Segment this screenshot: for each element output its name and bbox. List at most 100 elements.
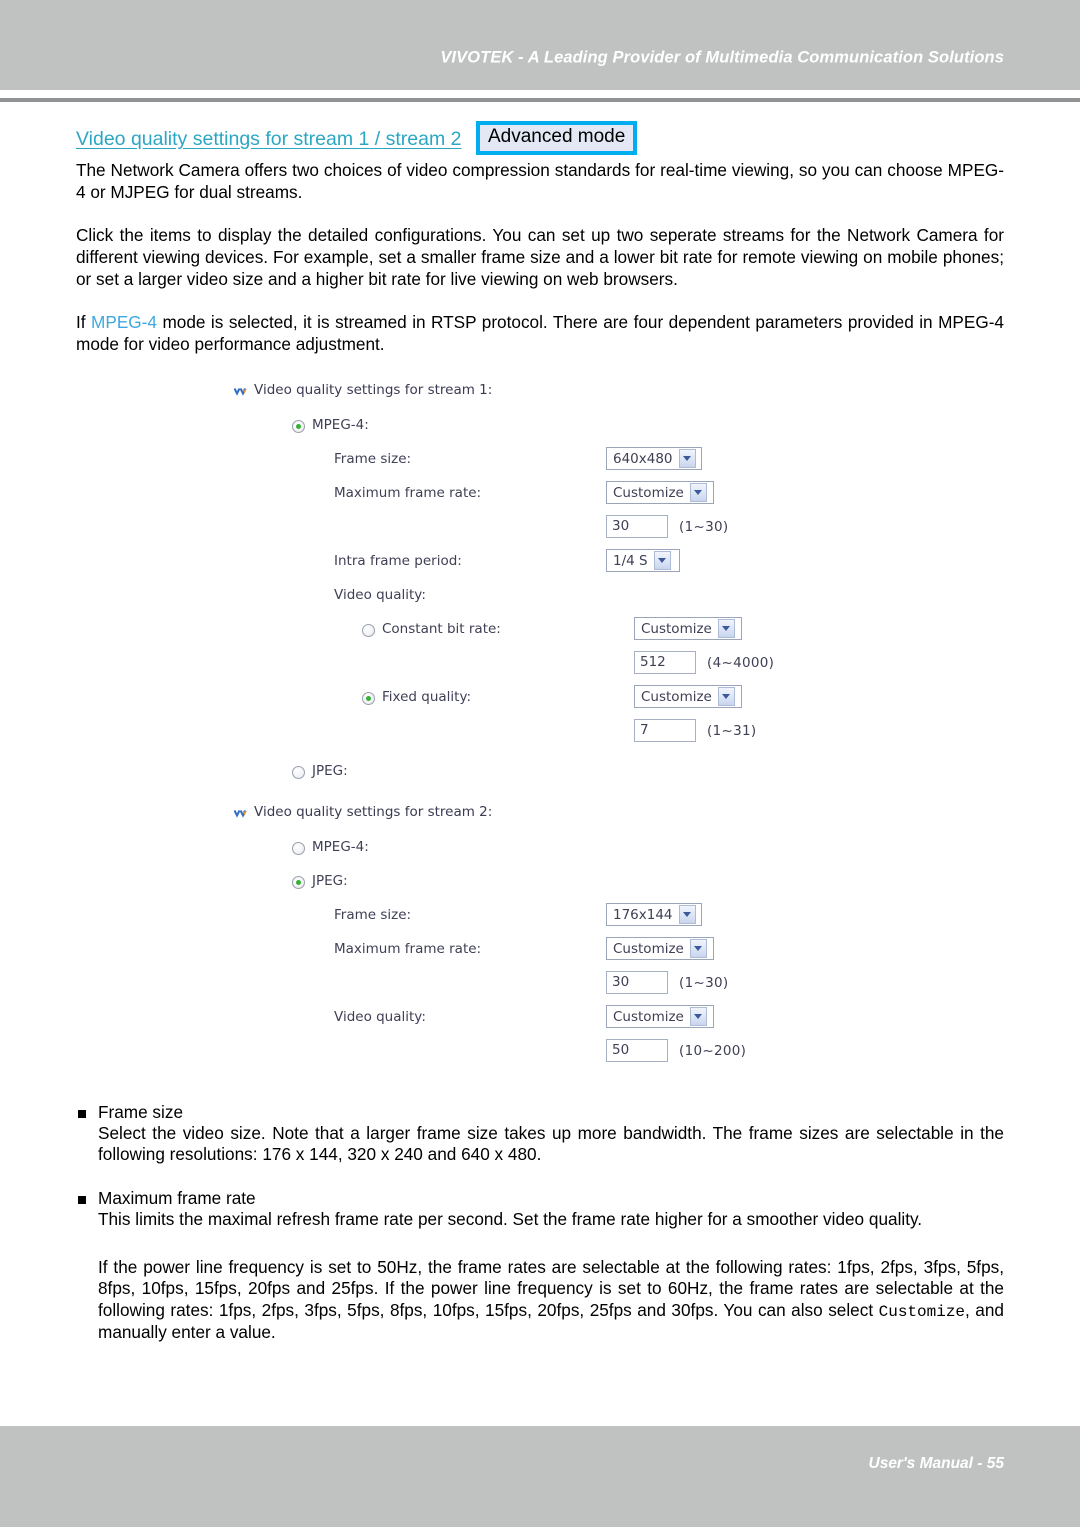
stream1-max-frame-rate-select[interactable]: Customize <box>606 481 714 505</box>
page-footer-band <box>0 1426 1080 1527</box>
collapse-chevron-icon[interactable] <box>233 385 247 396</box>
note-customize-text: Customize <box>878 1303 966 1322</box>
page-title: Video quality settings for stream 1 / st… <box>76 128 462 150</box>
stream1-max-frame-rate-row: Maximum frame rate: Customize <box>234 476 794 510</box>
stream1-max-frame-rate-label: Maximum frame rate: <box>334 484 482 501</box>
advanced-mode-badge: Advanced mode <box>476 121 638 155</box>
stream1-cbr-select[interactable]: Customize <box>634 617 742 641</box>
stream2-video-quality-label: Video quality: <box>334 1008 426 1025</box>
stream2-group-label: Video quality settings for stream 2: <box>254 803 493 820</box>
stream1-cbr-row: Constant bit rate: Customize <box>234 612 794 646</box>
stream2-mpeg4-radio[interactable] <box>292 842 305 856</box>
stream1-video-quality-label: Video quality: <box>334 586 426 603</box>
stream1-constant-bit-rate-radio[interactable] <box>362 624 375 638</box>
stream1-cbr-label-wrap[interactable]: Constant bit rate: <box>362 620 634 638</box>
chevron-down-icon[interactable] <box>689 1007 707 1027</box>
stream2-group-header[interactable]: Video quality settings for stream 2: <box>233 803 794 820</box>
stream1-jpeg-radio-row[interactable]: JPEG: <box>234 754 794 788</box>
stream1-frame-size-row: Frame size: 640x480 <box>234 442 794 476</box>
intro-paragraph-2: Click the items to display the detailed … <box>76 225 1004 289</box>
page-header-band <box>0 0 1080 90</box>
intro-paragraph-3: If MPEG-4 mode is selected, it is stream… <box>76 312 1004 355</box>
stream1-fixed-quality-value: Customize <box>641 688 712 705</box>
paragraph-3-post: mode is selected, it is streamed in RTSP… <box>76 312 1004 355</box>
chevron-down-icon[interactable] <box>717 619 735 639</box>
stream1-mpeg4-radio-row[interactable]: MPEG-4: <box>234 408 794 442</box>
stream2-max-frame-rate-input-row: 30 (1~30) <box>234 966 794 1000</box>
stream1-max-frame-rate-range: (1~30) <box>679 518 729 535</box>
stream1-mpeg4-radio[interactable] <box>292 420 305 434</box>
stream1-fixed-quality-select[interactable]: Customize <box>634 685 742 709</box>
stream2-video-quality-input-row: 50 (10~200) <box>234 1034 794 1068</box>
stream2-frame-size-value: 176x144 <box>613 906 673 923</box>
frame-rate-note-paragraph: If the power line frequency is set to 50… <box>76 1257 1004 1344</box>
stream2-jpeg-radio[interactable] <box>292 876 305 890</box>
stream2-video-quality-row: Video quality: Customize <box>234 1000 794 1034</box>
stream1-cbr-input[interactable]: 512 <box>634 651 696 675</box>
stream2-mpeg4-radio-row[interactable]: MPEG-4: <box>234 830 794 864</box>
stream1-max-frame-rate-input-row: 30 (1~30) <box>234 510 794 544</box>
stream1-fixed-quality-input[interactable]: 7 <box>634 719 696 743</box>
stream2-max-frame-rate-input[interactable]: 30 <box>606 971 668 995</box>
stream1-fixed-quality-row: Fixed quality: Customize <box>234 680 794 714</box>
section-heading-row: Video quality settings for stream 1 / st… <box>76 120 1004 160</box>
stream2-frame-size-label: Frame size: <box>334 906 412 923</box>
chevron-down-icon[interactable] <box>653 551 671 571</box>
stream2-max-frame-rate-select[interactable]: Customize <box>606 937 714 961</box>
note-pre-text: If the power line frequency is set to 50… <box>98 1256 1004 1321</box>
bullet-list: Frame size Select the video size. Note t… <box>76 1102 1004 1344</box>
stream1-frame-size-value: 640x480 <box>613 450 673 467</box>
stream1-fixed-quality-radio[interactable] <box>362 692 375 706</box>
stream2-jpeg-label: JPEG: <box>312 872 348 889</box>
bullet-frame-size: Frame size Select the video size. Note t… <box>76 1102 1004 1166</box>
stream2-max-frame-rate-label: Maximum frame rate: <box>334 940 482 957</box>
bullet-frame-size-title: Frame size <box>76 1102 1004 1123</box>
stream2-video-quality-input[interactable]: 50 <box>606 1039 668 1063</box>
stream1-cbr-range: (4~4000) <box>707 654 775 671</box>
stream1-intra-frame-row: Intra frame period: 1/4 S <box>234 544 794 578</box>
chevron-down-icon[interactable] <box>678 905 696 925</box>
stream1-mpeg4-label: MPEG-4: <box>312 416 369 433</box>
stream1-group-label: Video quality settings for stream 1: <box>254 381 493 398</box>
page-content: Video quality settings for stream 1 / st… <box>76 120 1004 1344</box>
chevron-down-icon[interactable] <box>689 939 707 959</box>
page-footer-text: User's Manual - 55 <box>868 1455 1005 1472</box>
bullet-max-frame-rate: Maximum frame rate This limits the maxim… <box>76 1188 1004 1231</box>
stream1-max-frame-rate-input[interactable]: 30 <box>606 515 668 539</box>
camera-settings-screenshot: Video quality settings for stream 1: MPE… <box>233 381 794 1068</box>
stream1-fixed-quality-label: Fixed quality: <box>382 688 472 705</box>
bullet-max-frame-rate-body: This limits the maximal refresh frame ra… <box>98 1209 923 1230</box>
stream1-intra-frame-label: Intra frame period: <box>334 552 462 569</box>
stream1-cbr-input-row: 512 (4~4000) <box>234 646 794 680</box>
collapse-chevron-icon[interactable] <box>233 807 247 818</box>
stream2-max-frame-rate-range: (1~30) <box>679 974 729 991</box>
stream1-group-header[interactable]: Video quality settings for stream 1: <box>233 381 794 398</box>
paragraph-3-pre: If <box>76 312 92 333</box>
chevron-down-icon[interactable] <box>678 449 696 469</box>
stream2-jpeg-radio-row[interactable]: JPEG: <box>234 864 794 898</box>
page-header-title: VIVOTEK - A Leading Provider of Multimed… <box>440 48 1004 67</box>
stream2-video-quality-select[interactable]: Customize <box>606 1005 714 1029</box>
chevron-down-icon[interactable] <box>689 483 707 503</box>
stream1-intra-frame-value: 1/4 S <box>613 552 648 569</box>
mpeg4-accent-text: MPEG-4 <box>91 312 157 333</box>
stream2-max-frame-rate-row: Maximum frame rate: Customize <box>234 932 794 966</box>
stream2-max-frame-rate-value: Customize <box>613 940 684 957</box>
stream1-constant-bit-rate-label: Constant bit rate: <box>382 620 501 637</box>
stream1-jpeg-radio[interactable] <box>292 766 305 780</box>
stream2-frame-size-select[interactable]: 176x144 <box>606 903 702 927</box>
stream1-fixed-quality-input-row: 7 (1~31) <box>234 714 794 748</box>
chevron-down-icon[interactable] <box>717 687 735 707</box>
intro-paragraph-1: The Network Camera offers two choices of… <box>76 160 1004 202</box>
bullet-frame-size-body: Select the video size. Note that a large… <box>98 1122 1004 1165</box>
stream1-video-quality-row: Video quality: <box>234 578 794 612</box>
header-divider-rule <box>0 98 1080 102</box>
stream1-frame-size-select[interactable]: 640x480 <box>606 447 702 471</box>
stream1-max-frame-rate-value: Customize <box>613 484 684 501</box>
stream2-frame-size-row: Frame size: 176x144 <box>234 898 794 932</box>
stream2-mpeg4-label: MPEG-4: <box>312 838 369 855</box>
stream2-video-quality-range: (10~200) <box>679 1042 747 1059</box>
stream1-cbr-value: Customize <box>641 620 712 637</box>
stream1-intra-frame-select[interactable]: 1/4 S <box>606 549 680 573</box>
stream1-fixed-quality-label-wrap[interactable]: Fixed quality: <box>362 688 634 706</box>
